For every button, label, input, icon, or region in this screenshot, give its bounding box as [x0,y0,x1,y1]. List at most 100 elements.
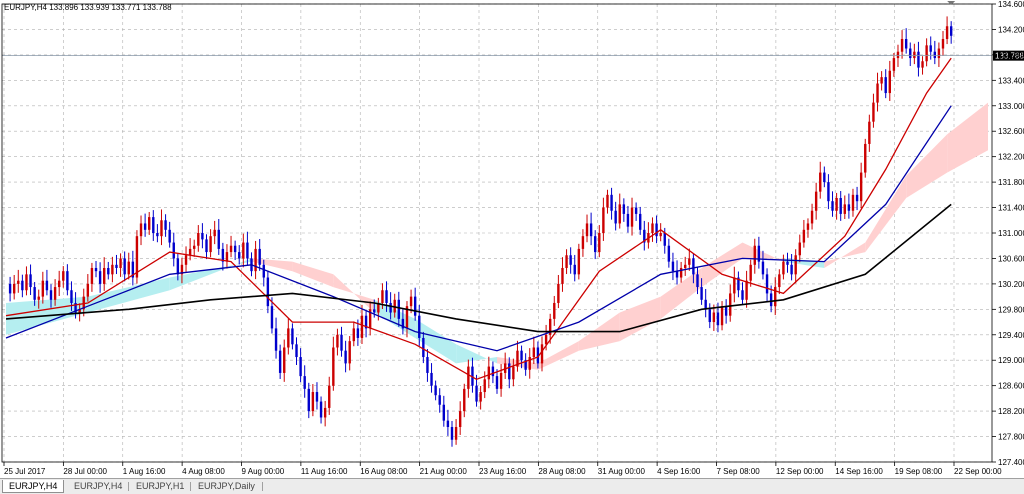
candle-bear [115,264,118,268]
candle-bull [798,242,801,256]
candle-bull [328,385,331,408]
candle-bear [422,337,425,358]
candle-bear [704,299,707,310]
candle-bull [12,283,16,294]
moving-averages [5,57,952,381]
candle-bear [8,283,12,294]
candle-bull [679,267,683,278]
tab-eurjpy-daily[interactable]: EURJPY,Daily [192,480,262,493]
candle-bear [201,233,204,240]
candle-bear [909,48,912,59]
candle-bull [160,220,163,237]
candle-bull [332,347,335,386]
candle-bear [508,363,511,380]
candle-bull [753,245,756,265]
candle-bear [696,274,699,288]
candle-bear [172,242,175,259]
candle-bull [229,245,233,253]
candle-bull [651,223,654,233]
candle-bull [618,204,621,224]
candle-bull [532,347,536,358]
candle-bull [53,287,57,300]
candle-bull [945,26,949,39]
y-tick-label: 133.000 [998,102,1024,111]
candle-bull [565,255,568,268]
candle-bull [819,172,822,192]
candle-bull [487,366,491,380]
candle-bear [152,217,155,233]
kumo-segment [947,102,988,173]
chart-tab-bar: EURJPY,H4 EURJPY,H4 EURJPY,H1 EURJPY,Dai… [0,478,1024,494]
candle-bull [577,248,581,275]
candle-bear [831,201,834,211]
candle-bull [868,121,871,144]
x-tick-label: 28 Aug 08:00 [538,467,586,476]
candle-bear [790,264,793,275]
candle-bull [139,223,143,237]
candle-bear [238,252,241,259]
x-tick-label: 7 Sep 08:00 [717,467,761,476]
y-tick-label: 133.400 [998,76,1024,85]
candle-bear [589,223,593,237]
candle-bull [859,172,863,202]
candle-bull [360,315,364,338]
candle-bear [21,280,24,291]
ohlc-readout: EURJPY,H4 133.896 133.939 133.771 133.78… [4,3,172,12]
candle-bull [913,51,916,59]
candle-bull [111,264,114,275]
candle-bull [925,45,928,62]
candle-bear [176,258,180,275]
candle-bear [769,293,773,307]
candle-bull [336,334,339,348]
candle-bull [193,245,196,249]
y-tick-label: 128.600 [998,382,1024,391]
candle-bear [450,427,454,440]
tab-eurjpy-h1[interactable]: EURJPY,H1 [130,480,190,493]
candle-bull [512,366,515,380]
y-tick-label: 131.800 [998,178,1024,187]
x-tick-label: 12 Sep 00:00 [776,467,824,476]
candle-bear [299,357,302,377]
candle-bear [45,280,49,291]
candle-bull [557,283,560,303]
candle-bull [213,229,216,237]
candle-bear [430,372,433,386]
kumo-segment [619,296,661,342]
candle-bear [434,385,437,396]
candle-bull [814,191,818,211]
candle-bull [209,236,212,253]
candle-bull [782,261,785,275]
candle-bull [630,207,634,227]
y-tick-label: 132.200 [998,153,1024,162]
candle-bull [544,334,548,345]
candle-bear [491,366,495,377]
x-tick-label: 19 Sep 08:00 [895,467,943,476]
candle-bull [864,143,867,173]
candle-bear [168,229,171,243]
tab-eurjpy-h4-active[interactable]: EURJPY,H4 [2,480,64,493]
current-price-line: 133.788 [2,50,1024,61]
candle-bull [479,392,482,402]
x-tick-label: 14 Sep 16:00 [835,467,883,476]
tab-eurjpy-h4[interactable]: EURJPY,H4 [68,480,128,493]
candle-bull [458,411,462,428]
candle-bull [17,280,20,284]
candle-bear [278,350,282,373]
candle-bull [778,274,781,288]
candle-bear [262,264,265,278]
candle-bull [851,194,855,211]
x-tick-label: 31 Aug 00:00 [598,467,646,476]
candle-bear [622,204,626,214]
candle-bull [900,38,904,52]
candle-bull [197,233,200,246]
candle-bull [184,255,188,265]
candle-bull [148,217,151,230]
candle-bull [843,204,846,214]
candle-bull [561,267,564,284]
y-tick-label: 134.600 [998,0,1024,9]
candle-bull [720,306,724,326]
candle-bear [295,344,298,358]
candle-bear [700,287,703,300]
candle-bear [438,395,441,405]
candle-bear [389,302,392,313]
